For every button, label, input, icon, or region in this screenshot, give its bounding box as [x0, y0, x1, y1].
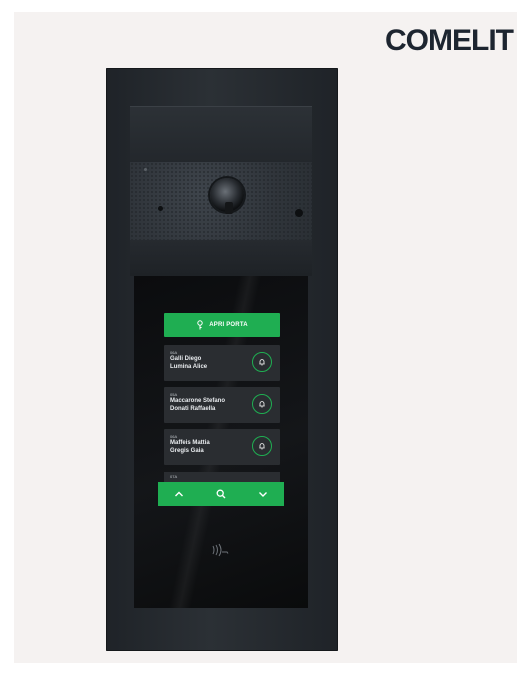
bell-icon [259, 359, 265, 366]
key-icon [197, 320, 203, 330]
camera-lens [225, 202, 233, 214]
entry-code: 06A [170, 350, 178, 355]
search-icon[interactable] [215, 488, 227, 500]
resident-name: Donati Raffaella [170, 406, 216, 412]
call-button[interactable] [252, 394, 272, 414]
list-item[interactable]: 06A Maffeis Mattia Gregis Gaia [164, 429, 280, 465]
call-button[interactable] [252, 436, 272, 456]
list-item[interactable]: 06A Galli Diego Lumina Alice [164, 345, 280, 381]
intercom-panel: APRI PORTA 06A Galli Diego Lumina Alice … [106, 68, 338, 651]
list-item-partial[interactable]: 07A [164, 472, 280, 482]
list-item[interactable]: 05A Maccarone Stefano Donati Raffaella [164, 387, 280, 423]
open-door-button[interactable]: APRI PORTA [164, 313, 280, 337]
resident-name: Galli Diego [170, 356, 202, 362]
touch-screen: APRI PORTA 06A Galli Diego Lumina Alice … [134, 276, 308, 608]
resident-name: Gregis Gaia [170, 448, 204, 454]
navigation-bar [158, 482, 284, 506]
bell-icon [259, 401, 265, 408]
bell-icon [259, 443, 265, 450]
entry-code: 06A [170, 434, 178, 439]
speaker-hole [295, 209, 303, 217]
resident-name: Lumina Alice [170, 364, 208, 370]
camera-module [130, 162, 312, 241]
call-button[interactable] [252, 352, 272, 372]
entry-code: 05A [170, 392, 178, 397]
logo-text: COMELIT [385, 24, 514, 57]
open-door-label: APRI PORTA [209, 322, 248, 328]
comelit-logo: COMELIT [385, 24, 514, 57]
microphone-hole [158, 206, 163, 211]
resident-name: Maffeis Mattia [170, 440, 210, 446]
entry-code: 07A [170, 474, 178, 479]
ir-sensor [144, 168, 147, 171]
top-cap [130, 106, 312, 164]
resident-name: Maccarone Stefano [170, 398, 226, 404]
chevron-up-icon[interactable] [173, 488, 185, 500]
nfc-icon [212, 543, 229, 557]
chevron-down-icon[interactable] [257, 488, 269, 500]
lower-cap [130, 240, 312, 276]
